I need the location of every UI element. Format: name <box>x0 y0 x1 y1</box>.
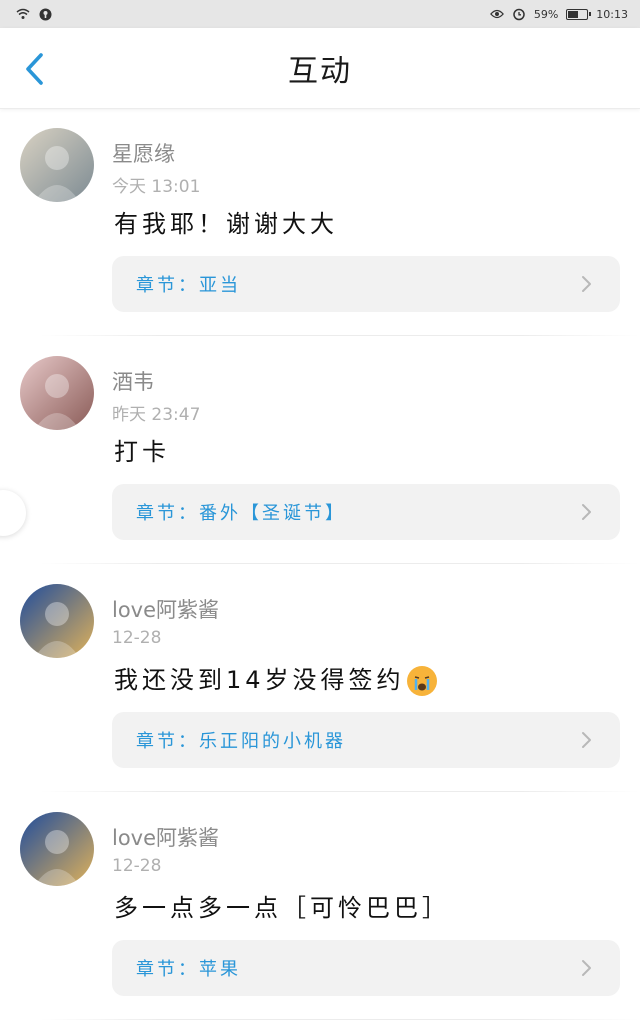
comment-text-content: 我还没到14岁没得签约 <box>114 666 405 694</box>
status-bar-left <box>16 7 52 21</box>
chapter-label: 章节：亚当 <box>136 275 241 296</box>
crying-face-icon <box>406 666 437 696</box>
eye-icon <box>489 7 504 21</box>
divider <box>40 1019 640 1020</box>
chapter-label: 章节：苹果 <box>136 959 241 980</box>
comment-text-content: 打卡 <box>114 438 170 466</box>
comment-item: 星愿缘 今天 13:01 有我耶！谢谢大大 章节：亚当 <box>0 108 640 336</box>
comment-text: 有我耶！谢谢大大 <box>114 204 338 239</box>
alarm-icon <box>512 7 526 21</box>
comment-time: 12-28 <box>112 628 162 648</box>
battery-percent: 59% <box>533 7 559 21</box>
battery-icon <box>566 8 592 20</box>
chapter-link[interactable]: 章节：苹果 <box>112 940 620 996</box>
battery-fill <box>568 10 579 18</box>
user-name[interactable]: 酒韦 <box>112 366 154 396</box>
chevron-right-icon <box>582 504 591 520</box>
comment-time: 12-28 <box>112 856 162 876</box>
comment-text: 打卡 <box>114 432 170 467</box>
chevron-right-icon <box>582 276 591 292</box>
chapter-link[interactable]: 章节：乐正阳的小机器 <box>112 712 620 768</box>
chevron-right-icon <box>582 960 591 976</box>
user-avatar[interactable] <box>20 812 94 886</box>
comment-text: 多一点多一点［可怜巴巴］ <box>114 888 450 923</box>
page-title: 互动 <box>288 54 352 89</box>
header: 互动 <box>0 28 640 109</box>
comment-text-content: 多一点多一点［可怜巴巴］ <box>114 894 450 922</box>
clock-time: 10:13 <box>596 7 628 21</box>
comment-item: 酒韦 昨天 23:47 打卡 章节：番外【圣诞节】 <box>0 336 640 564</box>
chevron-left-icon <box>26 53 43 85</box>
status-bar-right: 59% 10:13 <box>489 7 628 21</box>
status-bar: 59% 10:13 <box>0 0 640 28</box>
comment-time: 昨天 23:47 <box>112 405 201 425</box>
chapter-link[interactable]: 章节：亚当 <box>112 256 620 312</box>
user-avatar[interactable] <box>20 356 94 430</box>
comment-text: 我还没到14岁没得签约 <box>114 660 437 696</box>
comment-item: love阿紫酱 12-28 我还没到14岁没得签约 章节：乐正阳的小机器 <box>0 564 640 792</box>
chapter-link[interactable]: 章节：番外【圣诞节】 <box>112 484 620 540</box>
user-avatar[interactable] <box>20 128 94 202</box>
wifi-icon <box>16 7 30 21</box>
chevron-right-icon <box>582 732 591 748</box>
user-name[interactable]: love阿紫酱 <box>112 822 219 852</box>
chapter-label: 章节：乐正阳的小机器 <box>136 731 346 752</box>
comment-text-content: 有我耶！谢谢大大 <box>114 210 338 238</box>
back-button[interactable] <box>18 52 52 86</box>
comment-list: 星愿缘 今天 13:01 有我耶！谢谢大大 章节：亚当 酒韦 昨天 23:47 … <box>0 108 640 1020</box>
comment-time: 今天 13:01 <box>112 177 201 197</box>
notification-icon <box>38 7 52 21</box>
user-avatar[interactable] <box>20 584 94 658</box>
comment-item: love阿紫酱 12-28 多一点多一点［可怜巴巴］ 章节：苹果 <box>0 792 640 1020</box>
chapter-label: 章节：番外【圣诞节】 <box>136 503 346 524</box>
user-name[interactable]: love阿紫酱 <box>112 594 219 624</box>
user-name[interactable]: 星愿缘 <box>112 138 175 168</box>
